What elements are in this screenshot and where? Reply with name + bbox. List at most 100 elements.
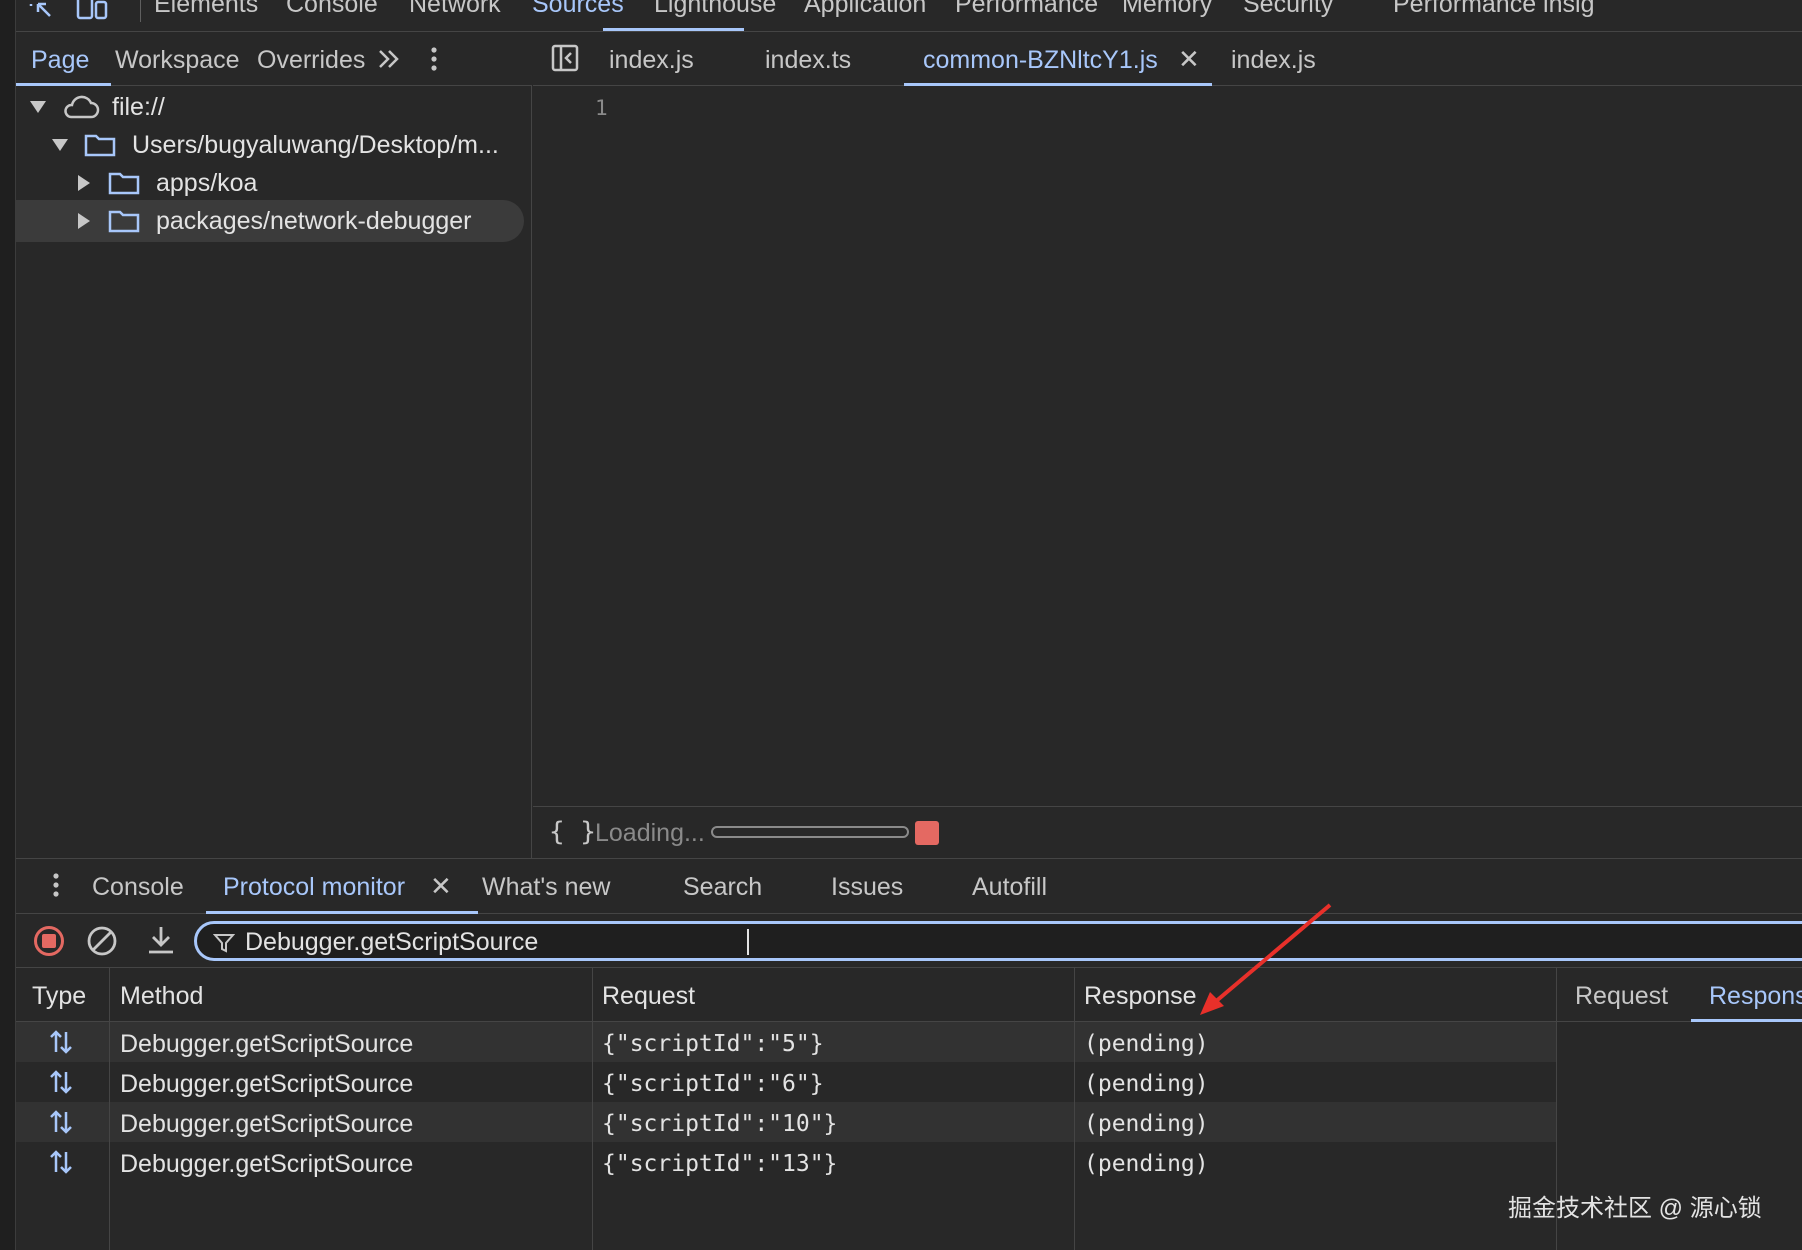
protocol-monitor-toolbar xyxy=(16,914,1802,968)
filter-icon xyxy=(213,934,235,953)
cell-request: {"scriptId":"13"} xyxy=(602,1151,838,1177)
devtools-window: Elements Console Network Sources Lightho… xyxy=(0,0,1802,1250)
devtools-main-tabbar: Elements Console Network Sources Lightho… xyxy=(16,0,1802,32)
detail-active-indicator xyxy=(1691,1019,1802,1022)
tab-sources[interactable]: Sources xyxy=(532,0,624,19)
toggle-navigator-icon[interactable] xyxy=(551,44,579,72)
cell-response: (pending) xyxy=(1084,1031,1209,1057)
close-tab-icon[interactable]: ✕ xyxy=(1178,44,1200,75)
tab-lighthouse[interactable]: Lighthouse xyxy=(654,0,776,19)
column-divider[interactable] xyxy=(109,968,110,1250)
inspect-element-icon[interactable] xyxy=(28,0,58,31)
cell-request: {"scriptId":"10"} xyxy=(602,1111,838,1137)
tab-performance-insights[interactable]: Performance insig xyxy=(1393,0,1594,19)
detail-tab-request[interactable]: Request xyxy=(1575,982,1668,1011)
tab-console[interactable]: Console xyxy=(286,0,378,19)
loading-label: Loading... xyxy=(595,819,705,847)
tab-network[interactable]: Network xyxy=(409,0,501,19)
column-divider[interactable] xyxy=(592,968,593,1250)
loading-progress-bar xyxy=(711,826,909,838)
tab-application[interactable]: Application xyxy=(804,0,926,19)
detail-tab-response[interactable]: Respons xyxy=(1709,982,1802,1011)
tab-workspace[interactable]: Workspace xyxy=(115,46,240,75)
window-edge xyxy=(0,0,16,1250)
clear-log-icon[interactable] xyxy=(86,925,118,957)
column-header-type[interactable]: Type xyxy=(32,982,86,1011)
download-icon[interactable] xyxy=(146,924,176,956)
cell-response: (pending) xyxy=(1084,1071,1209,1097)
tab-memory[interactable]: Memory xyxy=(1122,0,1212,19)
tree-item-label: packages/network-debugger xyxy=(156,206,472,235)
collapse-arrow-icon[interactable] xyxy=(78,175,90,191)
tab-overrides[interactable]: Overrides xyxy=(257,46,365,75)
table-row[interactable]: Debugger.getScriptSource {"scriptId":"13… xyxy=(16,1142,1556,1182)
drawer-menu-icon[interactable] xyxy=(46,871,66,906)
code-editor[interactable]: 1 xyxy=(533,86,1802,806)
tree-item-label: apps/koa xyxy=(156,168,258,197)
tab-performance[interactable]: Performance xyxy=(955,0,1098,19)
cloud-icon xyxy=(64,95,100,119)
editor-status-bar: { } Loading... xyxy=(533,806,1802,858)
tree-item-file-origin[interactable]: file:// xyxy=(30,86,530,128)
tree-item-label: Users/bugyaluwang/Desktop/m... xyxy=(132,130,499,159)
drawer-tab-protocol-monitor[interactable]: Protocol monitor xyxy=(223,873,405,902)
cell-request: {"scriptId":"6"} xyxy=(602,1071,824,1097)
drawer-tab-issues[interactable]: Issues xyxy=(831,873,903,902)
folder-icon xyxy=(84,134,116,157)
cell-response: (pending) xyxy=(1084,1151,1209,1177)
tab-security[interactable]: Security xyxy=(1243,0,1333,19)
expand-arrow-icon[interactable] xyxy=(30,101,46,113)
tree-item-network-debugger[interactable]: packages/network-debugger xyxy=(16,200,524,242)
tab-page[interactable]: Page xyxy=(31,46,89,75)
editor-tabbar: index.js index.ts common-BZNltcY1.js ✕ i… xyxy=(533,32,1802,86)
expand-arrow-icon[interactable] xyxy=(52,139,68,151)
drawer-tab-whats-new[interactable]: What's new xyxy=(482,873,610,902)
column-header-request[interactable]: Request xyxy=(602,982,695,1011)
cell-response: (pending) xyxy=(1084,1111,1209,1137)
cell-method: Debugger.getScriptSource xyxy=(120,1030,414,1058)
column-divider[interactable] xyxy=(1074,968,1075,1250)
folder-icon xyxy=(108,172,140,195)
table-row[interactable]: Debugger.getScriptSource {"scriptId":"10… xyxy=(16,1102,1556,1142)
send-receive-icon xyxy=(50,1110,72,1134)
editor-tab-index-js-2[interactable]: index.js xyxy=(1231,46,1316,75)
active-tab-indicator xyxy=(603,28,744,31)
cell-request: {"scriptId":"5"} xyxy=(602,1031,824,1057)
more-options-icon[interactable] xyxy=(424,46,444,79)
cell-method: Debugger.getScriptSource xyxy=(120,1150,414,1178)
line-number: 1 xyxy=(595,96,608,120)
pretty-print-icon[interactable]: { } xyxy=(549,817,596,847)
send-receive-icon xyxy=(50,1030,72,1054)
device-toolbar-icon[interactable] xyxy=(76,0,110,31)
drawer-tab-autofill[interactable]: Autofill xyxy=(972,873,1047,902)
editor-tab-index-js[interactable]: index.js xyxy=(609,46,694,75)
close-tab-icon[interactable]: ✕ xyxy=(430,871,452,902)
detail-tabbar: Request Respons xyxy=(1557,968,1802,1022)
send-receive-icon xyxy=(50,1150,72,1174)
send-receive-icon xyxy=(50,1070,72,1094)
table-row[interactable]: Debugger.getScriptSource {"scriptId":"5"… xyxy=(16,1022,1556,1062)
column-header-method[interactable]: Method xyxy=(120,982,203,1011)
tab-elements[interactable]: Elements xyxy=(154,0,258,19)
toolbar-divider xyxy=(140,0,141,22)
stop-recording-button[interactable] xyxy=(34,926,64,956)
drawer-tab-console[interactable]: Console xyxy=(92,873,184,902)
tree-item-apps-koa[interactable]: apps/koa xyxy=(74,162,530,204)
watermark: 掘金技术社区 @ 源心锁 xyxy=(1508,1195,1762,1222)
filter-input[interactable] xyxy=(245,926,1745,958)
annotation-arrow xyxy=(1200,903,1332,1015)
more-tabs-icon[interactable] xyxy=(376,46,402,79)
collapse-arrow-icon[interactable] xyxy=(78,213,90,229)
column-header-response[interactable]: Response xyxy=(1084,982,1197,1011)
folder-icon xyxy=(108,210,140,233)
filter-field[interactable] xyxy=(194,921,1802,961)
tree-item-label: file:// xyxy=(112,92,165,121)
table-row[interactable]: Debugger.getScriptSource {"scriptId":"6"… xyxy=(16,1062,1556,1102)
editor-tab-common-js[interactable]: common-BZNltcY1.js xyxy=(923,46,1158,75)
tree-item-users-folder[interactable]: Users/bugyaluwang/Desktop/m... xyxy=(52,124,530,166)
cell-method: Debugger.getScriptSource xyxy=(120,1070,414,1098)
stop-loading-icon[interactable] xyxy=(915,821,939,845)
editor-tab-index-ts[interactable]: index.ts xyxy=(765,46,851,75)
text-caret xyxy=(747,929,749,955)
drawer-tab-search[interactable]: Search xyxy=(683,873,762,902)
